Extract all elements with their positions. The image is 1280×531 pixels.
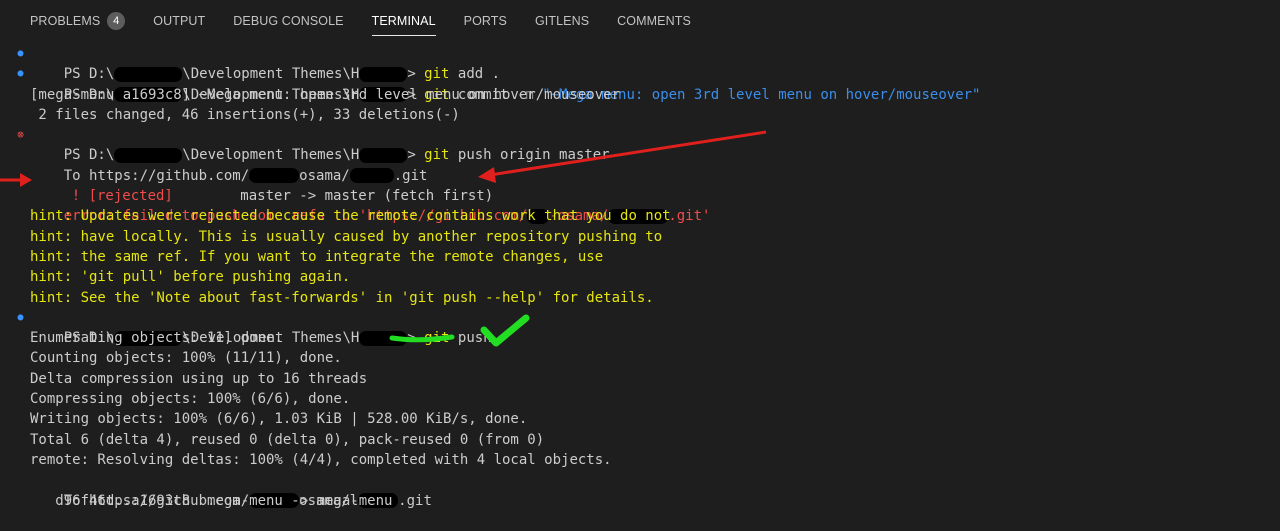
terminal-line-push-output: remote: Resolving deltas: 100% (4/4), co… [0, 450, 1280, 470]
output-text: Delta compression using up to 16 threads [30, 370, 368, 387]
terminal-line-commit-stats: 2 files changed, 46 insertions(+), 33 de… [0, 105, 1280, 125]
output-text: Counting objects: 100% (11/11), done. [30, 350, 342, 367]
tab-output[interactable]: OUTPUT [153, 0, 205, 42]
tab-ports[interactable]: PORTS [464, 0, 507, 42]
terminal-line-git-push: ● PS D:\ \Development Themes\H > git push [0, 308, 1280, 346]
output-text: 2 files changed, 46 insertions(+), 33 de… [30, 106, 460, 123]
terminal-line-rejected: ! [rejected] master -> master (fetch fir… [0, 166, 1280, 204]
terminal-line-push-range: d96f46d..a1693c8 mega-menu -> mega-menu [0, 491, 1280, 511]
terminal-line-push-output: Enumerating objects: 11, done. [0, 328, 1280, 348]
tab-gitlens-label: GITLENS [534, 14, 590, 28]
tab-debug-console-label: DEBUG CONSOLE [233, 14, 344, 28]
terminal-line-push-output: Writing objects: 100% (6/6), 1.03 KiB | … [0, 409, 1280, 429]
tab-terminal[interactable]: TERMINAL [371, 0, 436, 42]
output-text: d96f46d..a1693c8 mega-menu -> mega-menu [30, 492, 393, 509]
output-text: remote: Resolving deltas: 100% (4/4), co… [30, 451, 612, 468]
output-text: [mega-menu a1693c8] ~Mega menu: open 3rd… [30, 86, 621, 103]
tab-terminal-label: TERMINAL [371, 14, 436, 28]
tab-comments[interactable]: COMMENTS [617, 0, 691, 42]
tab-problems-label: PROBLEMS [30, 14, 101, 28]
hint-text: hint: See the 'Note about fast-forwards'… [30, 289, 654, 306]
terminal-line-push-output: Total 6 (delta 4), reused 0 (delta 0), p… [0, 430, 1280, 450]
terminal-line-push-output: Delta compression using up to 16 threads [0, 369, 1280, 389]
terminal-line-hint: hint: 'git pull' before pushing again. [0, 267, 1280, 287]
terminal-line-push-target: To https://github.com/osama/.git [0, 145, 1280, 184]
terminal-line-hint: hint: See the 'Note about fast-forwards'… [0, 288, 1280, 308]
terminal-line-hint: hint: Updates were rejected because the … [0, 206, 1280, 226]
command-failed-icon[interactable]: ⊗ [15, 125, 26, 145]
terminal-line-push-output: Compressing objects: 100% (6/6), done. [0, 389, 1280, 409]
tab-ports-label: PORTS [463, 14, 507, 28]
hint-text: hint: 'git pull' before pushing again. [30, 269, 351, 286]
command-success-dot-icon[interactable]: ● [15, 44, 26, 64]
terminal-line-git-commit: ● PS D:\ \Development Themes\H > git commit… [0, 64, 1280, 102]
problems-count-badge: 4 [107, 12, 126, 30]
terminal-line-push-target: To https://github.com/osama/l .git [0, 470, 1280, 509]
hint-text: hint: Updates were rejected because the … [30, 208, 671, 225]
output-text: Enumerating objects: 11, done. [30, 330, 283, 347]
terminal-line-push-output: Counting objects: 100% (11/11), done. [0, 348, 1280, 368]
terminal-output[interactable]: ● PS D:\ \Development Themes\H > git add . … [0, 44, 1280, 511]
terminal-line-commit-result: [mega-menu a1693c8] ~Mega menu: open 3rd… [0, 85, 1280, 105]
tab-gitlens[interactable]: GITLENS [535, 0, 589, 42]
command-success-dot-icon[interactable]: ● [15, 64, 26, 84]
tab-output-label: OUTPUT [153, 14, 206, 28]
terminal-line-git-push-origin: ⊗ PS D:\ \Development Themes\H > git push o… [0, 125, 1280, 163]
hint-text: hint: have locally. This is usually caus… [30, 228, 663, 245]
output-text: Total 6 (delta 4), reused 0 (delta 0), p… [30, 431, 545, 448]
hint-text: hint: the same ref. If you want to integ… [30, 248, 604, 265]
output-text: Writing objects: 100% (6/6), 1.03 KiB | … [30, 411, 528, 428]
output-text: Compressing objects: 100% (6/6), done. [30, 391, 351, 408]
terminal-line-hint: hint: the same ref. If you want to integ… [0, 247, 1280, 267]
terminal-line-error: error: failed to push some refs to 'http… [0, 186, 1280, 224]
panel-tab-bar: PROBLEMS 4 OUTPUT DEBUG CONSOLE TERMINAL… [0, 0, 1280, 42]
terminal-line-hint: hint: have locally. This is usually caus… [0, 227, 1280, 247]
command-success-dot-icon[interactable]: ● [15, 308, 26, 328]
tab-problems[interactable]: PROBLEMS 4 [30, 0, 126, 42]
tab-comments-label: COMMENTS [617, 14, 691, 28]
tab-debug-console[interactable]: DEBUG CONSOLE [233, 0, 343, 42]
terminal-line-git-add: ● PS D:\ \Development Themes\H > git add . [0, 44, 1280, 82]
